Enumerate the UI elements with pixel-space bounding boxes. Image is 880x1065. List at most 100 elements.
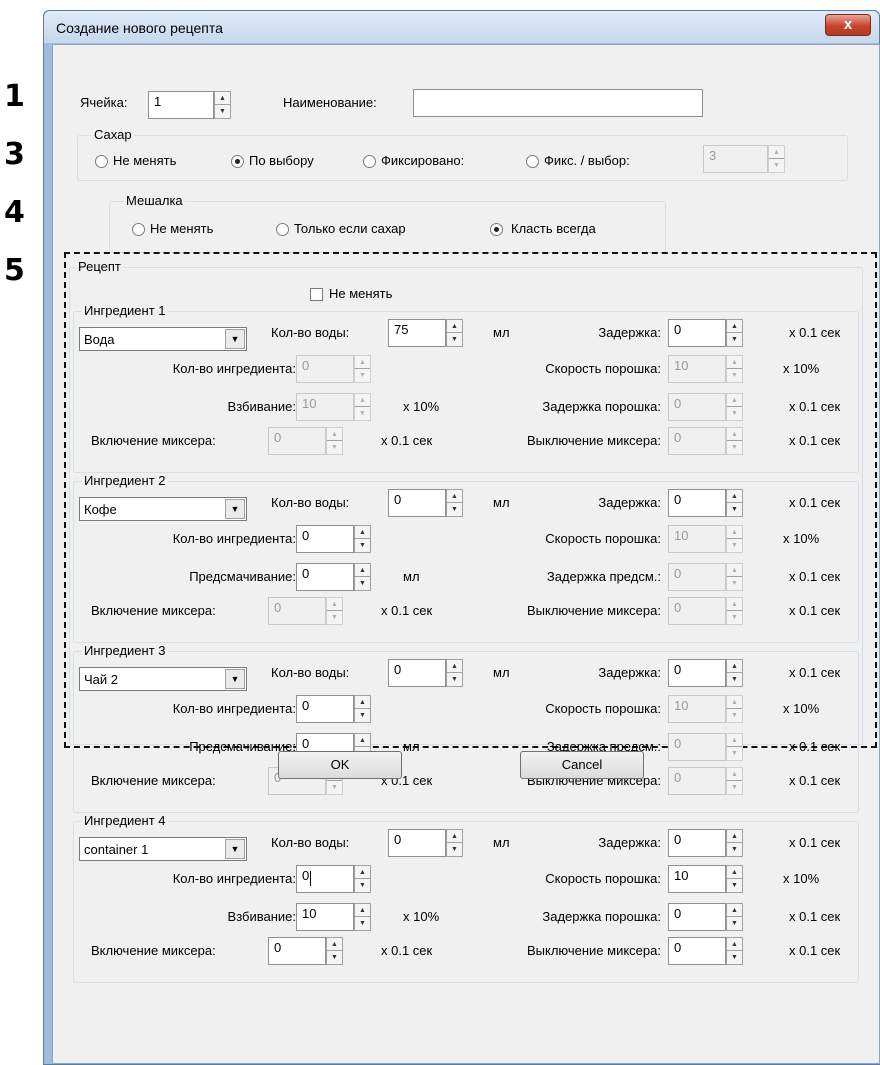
water-input-spinner[interactable]: ▲ ▼ bbox=[446, 659, 463, 687]
third-input[interactable]: 0 bbox=[296, 563, 354, 591]
spin-down-icon[interactable]: ▼ bbox=[727, 917, 742, 930]
third-right-input[interactable]: 0 bbox=[668, 733, 726, 761]
mixer-off-input-spinner[interactable]: ▲ ▼ bbox=[726, 597, 743, 625]
ingredient-3-type-select[interactable]: Чай 2 ▼ bbox=[79, 667, 247, 691]
spin-up-icon[interactable]: ▲ bbox=[727, 696, 742, 709]
spin-up-icon[interactable]: ▲ bbox=[727, 830, 742, 843]
spin-down-icon[interactable]: ▼ bbox=[355, 369, 370, 382]
spin-down-icon[interactable]: ▼ bbox=[727, 879, 742, 892]
spin-down-icon[interactable]: ▼ bbox=[355, 879, 370, 892]
spin-up-icon[interactable]: ▲ bbox=[327, 428, 342, 441]
mixer-on-input-spinner[interactable]: ▲▼ bbox=[326, 937, 343, 965]
spin-down-icon[interactable]: ▼ bbox=[727, 747, 742, 760]
spin-up-icon[interactable]: ▲ bbox=[727, 356, 742, 369]
powder-speed-input[interactable]: 10 bbox=[668, 355, 726, 383]
spin-up-icon[interactable]: ▲ bbox=[447, 490, 462, 503]
spin-up-icon[interactable]: ▲ bbox=[727, 734, 742, 747]
delay-input-spinner[interactable]: ▲ ▼ bbox=[726, 659, 743, 687]
mixer-on-input[interactable]: 0 bbox=[268, 597, 326, 625]
third-right-input[interactable]: 0 bbox=[668, 903, 726, 931]
title-bar[interactable]: Создание нового рецепта x bbox=[44, 11, 879, 43]
water-input[interactable]: 0 bbox=[388, 489, 446, 517]
mixer-off-input-spinner[interactable]: ▲ ▼ bbox=[726, 427, 743, 455]
chevron-down-icon[interactable]: ▼ bbox=[225, 669, 245, 689]
chevron-down-icon[interactable]: ▼ bbox=[225, 839, 245, 859]
spin-up-icon[interactable]: ▲ bbox=[727, 660, 742, 673]
spin-up-icon[interactable]: ▲ bbox=[355, 394, 370, 407]
sugar-fixed-input[interactable]: 3 bbox=[703, 145, 768, 173]
spin-down-icon[interactable]: ▼ bbox=[355, 709, 370, 722]
third-right-input-spinner[interactable]: ▲ ▼ bbox=[726, 393, 743, 421]
spin-up-icon[interactable]: ▲ bbox=[727, 394, 742, 407]
mixer-off-input[interactable]: 0 bbox=[668, 597, 726, 625]
spin-down-icon[interactable]: ▼ bbox=[727, 369, 742, 382]
amount-input-spinner[interactable]: ▲ ▼ bbox=[354, 355, 371, 383]
third-right-input-spinner[interactable]: ▲ ▼ bbox=[726, 563, 743, 591]
spin-up-icon[interactable]: ▲ bbox=[727, 428, 742, 441]
sugar-radio-by-choice[interactable] bbox=[231, 155, 244, 168]
powder-speed-input-spinner[interactable]: ▲ ▼ bbox=[726, 525, 743, 553]
chevron-down-icon[interactable]: ▼ bbox=[225, 499, 245, 519]
spin-up-icon[interactable]: ▲ bbox=[355, 526, 370, 539]
amount-input-spinner[interactable]: ▲ ▼ bbox=[354, 865, 371, 893]
sugar-fixed-spinner[interactable]: ▲ ▼ bbox=[768, 145, 785, 173]
spin-up-icon[interactable]: ▲ bbox=[327, 938, 342, 951]
spin-down-icon[interactable]: ▼ bbox=[355, 407, 370, 420]
mixer-on-input[interactable]: 0 bbox=[268, 937, 326, 965]
mixer-on-input-spinner[interactable]: ▲▼ bbox=[326, 427, 343, 455]
powder-speed-input[interactable]: 10 bbox=[668, 695, 726, 723]
spin-up-icon[interactable]: ▲ bbox=[355, 866, 370, 879]
spin-down-icon[interactable]: ▼ bbox=[727, 407, 742, 420]
spin-up-icon[interactable]: ▲ bbox=[727, 320, 742, 333]
water-input-spinner[interactable]: ▲ ▼ bbox=[446, 319, 463, 347]
amount-input[interactable]: 0 bbox=[296, 865, 354, 893]
third-input-spinner[interactable]: ▲▼ bbox=[354, 393, 371, 421]
delay-input[interactable]: 0 bbox=[668, 489, 726, 517]
mixer-radio-always[interactable] bbox=[490, 223, 503, 236]
spin-down-icon[interactable]: ▼ bbox=[447, 673, 462, 686]
spin-up-icon[interactable]: ▲ bbox=[727, 598, 742, 611]
spin-up-icon[interactable]: ▲ bbox=[769, 146, 784, 159]
spin-up-icon[interactable]: ▲ bbox=[355, 696, 370, 709]
powder-speed-input[interactable]: 10 bbox=[668, 865, 726, 893]
amount-input[interactable]: 0 bbox=[296, 355, 354, 383]
spin-down-icon[interactable]: ▼ bbox=[327, 441, 342, 454]
spin-down-icon[interactable]: ▼ bbox=[327, 781, 342, 794]
spin-up-icon[interactable]: ▲ bbox=[355, 356, 370, 369]
spin-down-icon[interactable]: ▼ bbox=[727, 843, 742, 856]
spin-up-icon[interactable]: ▲ bbox=[727, 490, 742, 503]
spin-down-icon[interactable]: ▼ bbox=[727, 577, 742, 590]
spin-up-icon[interactable]: ▲ bbox=[727, 938, 742, 951]
spin-up-icon[interactable]: ▲ bbox=[355, 904, 370, 917]
mixer-on-input-spinner[interactable]: ▲▼ bbox=[326, 597, 343, 625]
spin-down-icon[interactable]: ▼ bbox=[447, 843, 462, 856]
spin-up-icon[interactable]: ▲ bbox=[727, 564, 742, 577]
water-input[interactable]: 75 bbox=[388, 319, 446, 347]
mixer-radio-sugar-only[interactable] bbox=[276, 223, 289, 236]
delay-input[interactable]: 0 bbox=[668, 829, 726, 857]
water-input-spinner[interactable]: ▲ ▼ bbox=[446, 489, 463, 517]
spin-down-icon[interactable]: ▼ bbox=[769, 159, 784, 172]
cancel-button[interactable]: Cancel bbox=[520, 751, 644, 779]
third-right-input-spinner[interactable]: ▲ ▼ bbox=[726, 733, 743, 761]
powder-speed-input-spinner[interactable]: ▲ ▼ bbox=[726, 355, 743, 383]
spin-down-icon[interactable]: ▼ bbox=[727, 333, 742, 346]
amount-input[interactable]: 0 bbox=[296, 695, 354, 723]
spin-down-icon[interactable]: ▼ bbox=[727, 673, 742, 686]
spin-down-icon[interactable]: ▼ bbox=[727, 441, 742, 454]
spin-down-icon[interactable]: ▼ bbox=[727, 611, 742, 624]
spin-up-icon[interactable]: ▲ bbox=[355, 734, 370, 747]
sugar-radio-fixed[interactable] bbox=[363, 155, 376, 168]
cell-spinner[interactable]: ▲ ▼ bbox=[214, 91, 231, 119]
spin-up-icon[interactable]: ▲ bbox=[727, 526, 742, 539]
spin-down-icon[interactable]: ▼ bbox=[327, 611, 342, 624]
spin-down-icon[interactable]: ▼ bbox=[327, 951, 342, 964]
spin-down-icon[interactable]: ▼ bbox=[355, 539, 370, 552]
cell-input[interactable]: 1 bbox=[148, 91, 214, 119]
spin-up-icon[interactable]: ▲ bbox=[447, 660, 462, 673]
third-right-input[interactable]: 0 bbox=[668, 563, 726, 591]
delay-input-spinner[interactable]: ▲ ▼ bbox=[726, 489, 743, 517]
third-right-input-spinner[interactable]: ▲ ▼ bbox=[726, 903, 743, 931]
spin-down-icon[interactable]: ▼ bbox=[727, 781, 742, 794]
ok-button[interactable]: OK bbox=[278, 751, 402, 779]
